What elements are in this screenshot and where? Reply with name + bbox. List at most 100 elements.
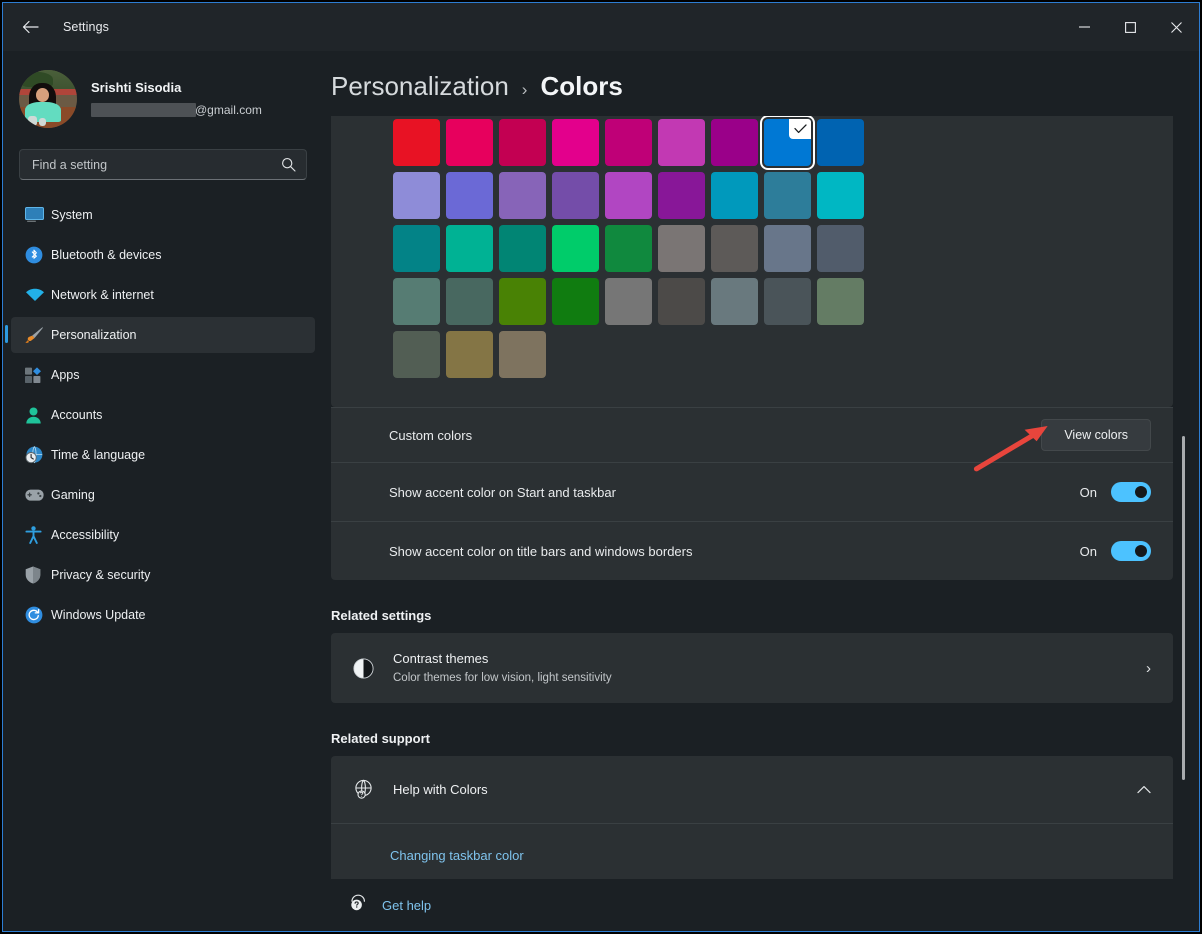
accent-titlebars-toggle[interactable]	[1111, 541, 1151, 561]
accent-swatch-cell[interactable]	[443, 169, 496, 222]
accent-swatch[interactable]	[817, 225, 864, 272]
accent-swatch[interactable]	[552, 278, 599, 325]
accent-swatch[interactable]	[658, 119, 705, 166]
accent-swatch[interactable]	[605, 172, 652, 219]
accent-swatch-cell[interactable]	[549, 169, 602, 222]
help-with-colors-header[interactable]: Help with Colors	[331, 756, 1173, 823]
accent-swatch[interactable]	[446, 331, 493, 378]
chevron-up-icon[interactable]	[1137, 781, 1151, 798]
sidebar-item-apps[interactable]: Apps	[11, 357, 315, 393]
accent-swatch[interactable]	[446, 225, 493, 272]
accent-swatch-cell[interactable]	[443, 116, 496, 169]
accent-swatch[interactable]	[393, 119, 440, 166]
accent-swatch[interactable]	[711, 119, 758, 166]
accent-swatch[interactable]	[552, 172, 599, 219]
scrollbar[interactable]	[1177, 116, 1191, 879]
accent-swatch-cell[interactable]	[655, 275, 708, 328]
accent-swatch-cell[interactable]	[655, 222, 708, 275]
search-input[interactable]	[32, 157, 281, 172]
accent-swatch-cell[interactable]	[602, 169, 655, 222]
sidebar-item-personalization[interactable]: Personalization	[5, 317, 315, 353]
accent-swatch[interactable]	[605, 225, 652, 272]
changing-taskbar-color-link[interactable]: Changing taskbar color	[390, 848, 524, 863]
accent-swatch-cell[interactable]	[443, 328, 496, 381]
back-button[interactable]	[13, 11, 47, 43]
sidebar-item-windows-update[interactable]: Windows Update	[11, 597, 315, 633]
close-button[interactable]	[1153, 3, 1199, 51]
accent-swatch-cell[interactable]	[708, 275, 761, 328]
sidebar-item-privacy[interactable]: Privacy & security	[11, 557, 315, 593]
accent-swatch-cell[interactable]	[496, 328, 549, 381]
accent-swatch[interactable]	[817, 119, 864, 166]
get-help-button[interactable]: Get help	[331, 893, 431, 917]
scrollbar-thumb[interactable]	[1182, 436, 1185, 780]
accent-swatch-cell[interactable]	[655, 169, 708, 222]
accent-swatch-cell[interactable]	[496, 116, 549, 169]
view-colors-button[interactable]: View colors	[1041, 419, 1151, 451]
accent-swatch-cell[interactable]	[496, 275, 549, 328]
accent-swatch[interactable]	[605, 278, 652, 325]
accent-swatch[interactable]	[711, 225, 758, 272]
accent-swatch-cell[interactable]	[443, 275, 496, 328]
accent-swatch[interactable]	[393, 172, 440, 219]
accent-start-taskbar-toggle[interactable]	[1111, 482, 1151, 502]
breadcrumb-parent[interactable]: Personalization	[331, 71, 509, 102]
accent-swatch[interactable]	[817, 172, 864, 219]
accent-swatch[interactable]	[393, 278, 440, 325]
accent-swatch[interactable]	[446, 278, 493, 325]
sidebar-item-accessibility[interactable]: Accessibility	[11, 517, 315, 553]
accent-swatch[interactable]	[393, 225, 440, 272]
accent-swatch-cell[interactable]	[602, 222, 655, 275]
maximize-button[interactable]	[1107, 3, 1153, 51]
accent-swatch-cell[interactable]	[761, 116, 814, 169]
accent-swatch[interactable]	[446, 172, 493, 219]
accent-swatch-cell[interactable]	[549, 222, 602, 275]
accent-swatch-cell[interactable]	[496, 169, 549, 222]
accent-swatch[interactable]	[658, 172, 705, 219]
accent-swatch[interactable]	[764, 278, 811, 325]
accent-swatch-cell[interactable]	[549, 116, 602, 169]
accent-swatch-cell[interactable]	[655, 116, 708, 169]
accent-swatch[interactable]	[658, 225, 705, 272]
accent-swatch-cell[interactable]	[390, 328, 443, 381]
sidebar-item-network[interactable]: Network & internet	[11, 277, 315, 313]
accent-swatch[interactable]	[446, 119, 493, 166]
accent-swatch-cell[interactable]	[443, 222, 496, 275]
accent-swatch[interactable]	[499, 331, 546, 378]
accent-swatch[interactable]	[764, 172, 811, 219]
accent-swatch-cell[interactable]	[761, 222, 814, 275]
accent-swatch-cell[interactable]	[708, 116, 761, 169]
accent-swatch-cell[interactable]	[814, 116, 867, 169]
accent-swatch[interactable]	[552, 119, 599, 166]
accent-swatch[interactable]	[711, 278, 758, 325]
accent-swatch[interactable]	[817, 278, 864, 325]
contrast-themes-card[interactable]: Contrast themes Color themes for low vis…	[331, 633, 1173, 703]
sidebar-item-system[interactable]: System	[11, 197, 315, 233]
accent-swatch[interactable]	[499, 119, 546, 166]
sidebar-item-accounts[interactable]: Accounts	[11, 397, 315, 433]
accent-swatch-cell[interactable]	[761, 169, 814, 222]
accent-swatch-cell[interactable]	[390, 169, 443, 222]
accent-swatch[interactable]	[658, 278, 705, 325]
minimize-button[interactable]	[1061, 3, 1107, 51]
sidebar-item-gaming[interactable]: Gaming	[11, 477, 315, 513]
accent-swatch-cell[interactable]	[602, 275, 655, 328]
accent-swatch-cell[interactable]	[390, 222, 443, 275]
accent-swatch[interactable]	[499, 278, 546, 325]
sidebar-item-time[interactable]: Time & language	[11, 437, 315, 473]
accent-swatch[interactable]	[605, 119, 652, 166]
accent-swatch[interactable]	[764, 225, 811, 272]
accent-swatch[interactable]	[393, 331, 440, 378]
accent-swatch-cell[interactable]	[390, 116, 443, 169]
accent-swatch-cell[interactable]	[708, 169, 761, 222]
accent-swatch[interactable]	[711, 172, 758, 219]
accent-swatch-cell[interactable]	[708, 222, 761, 275]
search-box[interactable]	[19, 149, 307, 180]
accent-swatch-cell[interactable]	[602, 116, 655, 169]
sidebar-item-bluetooth[interactable]: Bluetooth & devices	[11, 237, 315, 273]
accent-swatch-cell[interactable]	[549, 275, 602, 328]
accent-swatch-cell[interactable]	[814, 275, 867, 328]
accent-swatch[interactable]	[552, 225, 599, 272]
accent-swatch-cell[interactable]	[761, 275, 814, 328]
account-block[interactable]: Srishti Sisodia @gmail.com	[3, 59, 323, 131]
